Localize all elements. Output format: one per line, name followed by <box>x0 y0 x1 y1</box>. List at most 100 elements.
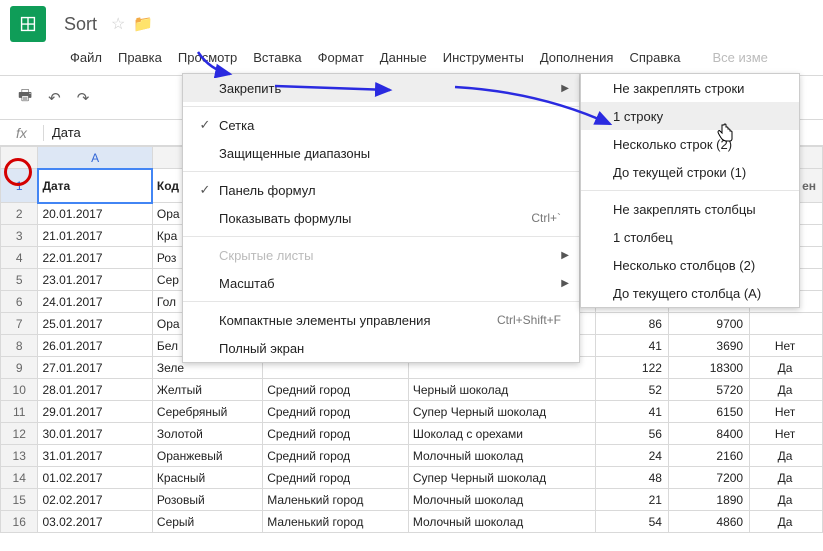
menu-edit[interactable]: Правка <box>110 46 170 69</box>
cell[interactable]: 01.02.2017 <box>38 467 152 489</box>
cell[interactable]: Молочный шоколад <box>408 489 595 511</box>
cell[interactable]: 25.01.2017 <box>38 313 152 335</box>
cell[interactable]: Да <box>750 357 823 379</box>
cell[interactable]: 24 <box>596 445 669 467</box>
cell[interactable]: 27.01.2017 <box>38 357 152 379</box>
row-header[interactable]: 13 <box>1 445 38 467</box>
row-header[interactable]: 7 <box>1 313 38 335</box>
freeze-no-cols[interactable]: Не закреплять столбцы <box>581 195 799 223</box>
row-header[interactable]: 11 <box>1 401 38 423</box>
menu-help[interactable]: Справка <box>621 46 688 69</box>
cell[interactable]: Средний город <box>263 445 409 467</box>
menu-tools[interactable]: Инструменты <box>435 46 532 69</box>
cell[interactable]: Нет <box>750 423 823 445</box>
cell[interactable]: 6150 <box>668 401 749 423</box>
menu-addons[interactable]: Дополнения <box>532 46 622 69</box>
cell[interactable]: 7200 <box>668 467 749 489</box>
row-header[interactable]: 1 <box>1 169 38 203</box>
menu-insert[interactable]: Вставка <box>245 46 309 69</box>
cell[interactable]: 122 <box>596 357 669 379</box>
cell[interactable]: Красный <box>152 467 262 489</box>
row-header[interactable]: 5 <box>1 269 38 291</box>
cell[interactable]: Маленький город <box>263 489 409 511</box>
cell[interactable]: 21 <box>596 489 669 511</box>
cell[interactable]: 29.01.2017 <box>38 401 152 423</box>
menu-format[interactable]: Формат <box>310 46 372 69</box>
row-header[interactable]: 3 <box>1 225 38 247</box>
cell[interactable]: Черный шоколад <box>408 379 595 401</box>
cell[interactable]: Да <box>750 467 823 489</box>
cell[interactable]: Молочный шоколад <box>408 445 595 467</box>
cell[interactable]: Да <box>750 489 823 511</box>
row-header[interactable]: 14 <box>1 467 38 489</box>
cell[interactable]: 22.01.2017 <box>38 247 152 269</box>
document-title[interactable]: Sort <box>64 14 97 35</box>
cell[interactable]: Средний город <box>263 467 409 489</box>
col-header-A[interactable]: A <box>38 147 152 169</box>
cell[interactable]: Да <box>750 445 823 467</box>
cell[interactable]: Серебряный <box>152 401 262 423</box>
freeze-n-cols[interactable]: Несколько столбцов (2) <box>581 251 799 279</box>
cell[interactable]: 56 <box>596 423 669 445</box>
menu-file[interactable]: Файл <box>62 46 110 69</box>
menu-last-edit[interactable]: Все изме <box>704 46 775 69</box>
cell[interactable]: Шоколад с орехами <box>408 423 595 445</box>
cell[interactable]: 41 <box>596 335 669 357</box>
cell[interactable]: 1890 <box>668 489 749 511</box>
row-header[interactable]: 4 <box>1 247 38 269</box>
menu-data[interactable]: Данные <box>372 46 435 69</box>
cell[interactable]: Оранжевый <box>152 445 262 467</box>
undo-icon[interactable]: ↶ <box>42 85 67 111</box>
cell[interactable]: Средний город <box>263 401 409 423</box>
menu-compact-controls[interactable]: Компактные элементы управления Ctrl+Shif… <box>183 306 579 334</box>
cell[interactable]: 9700 <box>668 313 749 335</box>
cell[interactable]: 24.01.2017 <box>38 291 152 313</box>
cell[interactable]: 2160 <box>668 445 749 467</box>
cell[interactable]: 86 <box>596 313 669 335</box>
menu-view[interactable]: Просмотр <box>170 46 245 69</box>
cell[interactable]: Средний город <box>263 379 409 401</box>
freeze-n-rows[interactable]: Несколько строк (2) <box>581 130 799 158</box>
cell[interactable]: 54 <box>596 511 669 533</box>
cell[interactable]: 48 <box>596 467 669 489</box>
cell[interactable]: 28.01.2017 <box>38 379 152 401</box>
cell[interactable]: Супер Черный шоколад <box>408 467 595 489</box>
cell[interactable]: 03.02.2017 <box>38 511 152 533</box>
cell[interactable]: 21.01.2017 <box>38 225 152 247</box>
menu-show-formulas[interactable]: Показывать формулы Ctrl+` <box>183 204 579 232</box>
cell[interactable]: 8400 <box>668 423 749 445</box>
menu-gridlines[interactable]: ✓Сетка <box>183 111 579 139</box>
cell[interactable]: Да <box>750 511 823 533</box>
cell[interactable]: Маленький город <box>263 511 409 533</box>
freeze-current-col[interactable]: До текущего столбца (A) <box>581 279 799 307</box>
cell[interactable]: 02.02.2017 <box>38 489 152 511</box>
row-header[interactable]: 6 <box>1 291 38 313</box>
menu-protected-ranges[interactable]: Защищенные диапазоны <box>183 139 579 167</box>
row-header[interactable]: 12 <box>1 423 38 445</box>
star-icon[interactable]: ☆ <box>111 14 125 34</box>
cell[interactable]: 4860 <box>668 511 749 533</box>
cell[interactable]: 30.01.2017 <box>38 423 152 445</box>
row-header[interactable]: 9 <box>1 357 38 379</box>
cell[interactable]: Да <box>750 379 823 401</box>
row-header[interactable]: 10 <box>1 379 38 401</box>
menu-zoom[interactable]: Масштаб ▶ <box>183 269 579 297</box>
cell[interactable]: Розовый <box>152 489 262 511</box>
cell[interactable]: Серый <box>152 511 262 533</box>
cell[interactable]: 26.01.2017 <box>38 335 152 357</box>
cell[interactable]: 20.01.2017 <box>38 203 152 225</box>
cell[interactable]: 3690 <box>668 335 749 357</box>
cell[interactable]: Молочный шоколад <box>408 511 595 533</box>
freeze-1-col[interactable]: 1 столбец <box>581 223 799 251</box>
cell[interactable]: Золотой <box>152 423 262 445</box>
cell[interactable]: Нет <box>750 335 823 357</box>
cell[interactable]: Дата <box>38 169 152 203</box>
freeze-1-row[interactable]: 1 строку <box>581 102 799 130</box>
redo-icon[interactable]: ↷ <box>71 85 96 111</box>
row-header[interactable]: 8 <box>1 335 38 357</box>
cell[interactable]: Средний город <box>263 423 409 445</box>
sheets-app-icon[interactable] <box>10 6 46 42</box>
cell[interactable]: 18300 <box>668 357 749 379</box>
cell[interactable]: 31.01.2017 <box>38 445 152 467</box>
cell[interactable]: Супер Черный шоколад <box>408 401 595 423</box>
